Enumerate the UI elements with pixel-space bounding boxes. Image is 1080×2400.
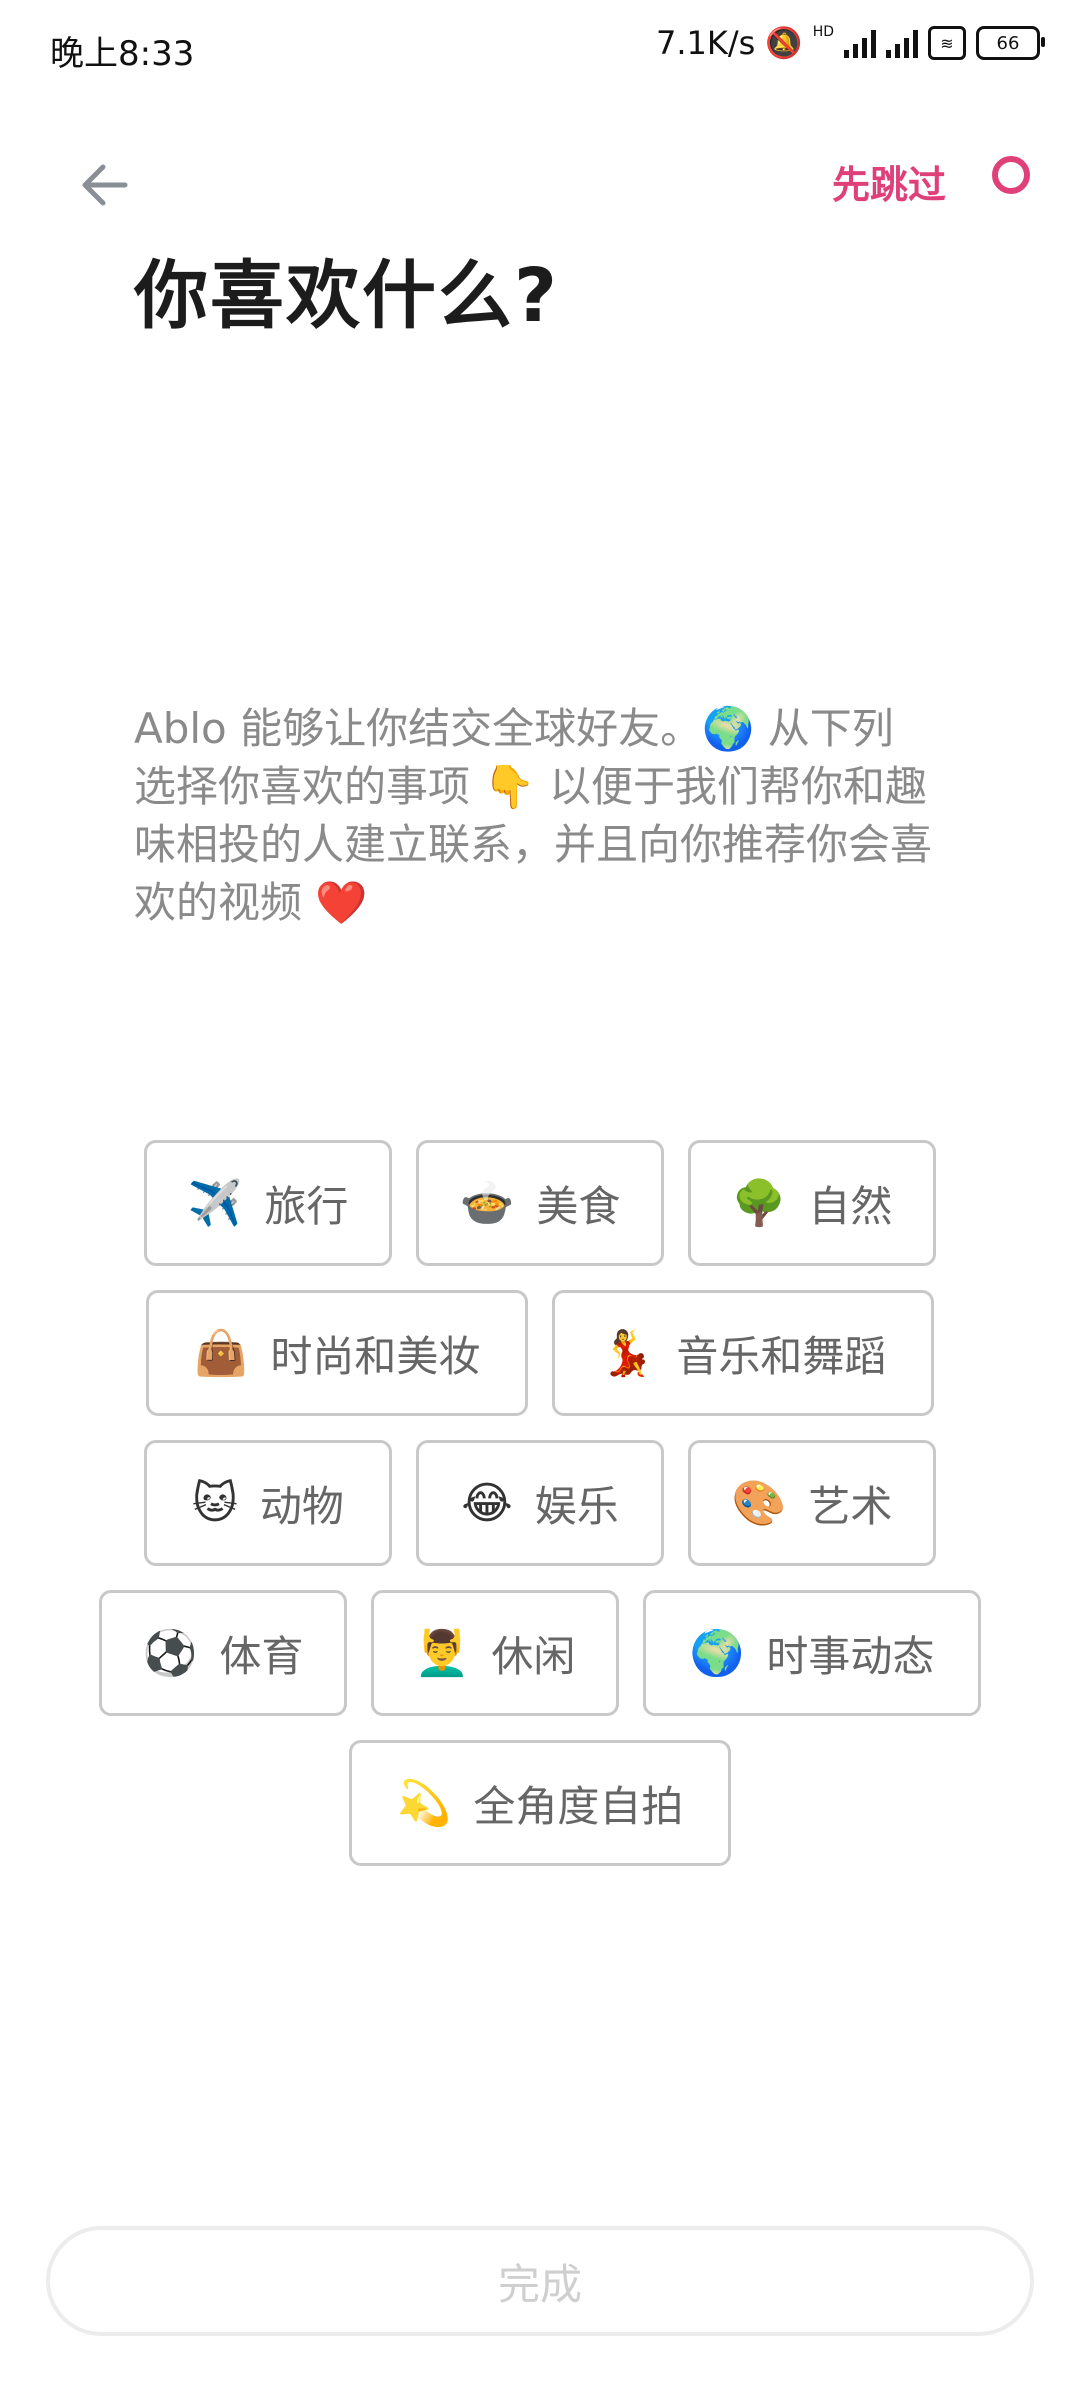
dancer-icon: 💃 [599,1328,655,1379]
done-button[interactable]: 完成 [46,2226,1034,2336]
bell-muted-icon: 🔕 [765,25,803,61]
battery-level: 66 [996,32,1020,54]
massage-icon: 💆‍♂️ [414,1628,470,1679]
chip-row: 🐱 动物 😂 娱乐 🎨 艺术 [0,1440,1080,1566]
chip-label: 体育 [219,1631,304,1681]
progress-ring-icon [992,156,1030,194]
chip-row: ✈️ 旅行 🍲 美食 🌳 自然 [0,1140,1080,1266]
interest-chip-nature[interactable]: 🌳 自然 [688,1140,936,1266]
interest-chip-current-events[interactable]: 🌍 时事动态 [643,1590,981,1716]
chip-label: 艺术 [808,1481,893,1531]
interest-chip-animals[interactable]: 🐱 动物 [144,1440,392,1566]
interest-chip-travel[interactable]: ✈️ 旅行 [144,1140,392,1266]
arrow-left-icon [82,164,128,206]
chip-row: 💫 全角度自拍 [0,1740,1080,1866]
chip-label: 旅行 [264,1181,349,1231]
tree-icon: 🌳 [731,1178,787,1229]
interest-chip-selfie[interactable]: 💫 全角度自拍 [349,1740,731,1866]
chip-label: 休闲 [491,1631,576,1681]
chip-label: 娱乐 [534,1481,619,1531]
network-speed: 7.1K/s [656,24,756,62]
interest-chip-fashion-beauty[interactable]: 👜 时尚和美妆 [146,1290,528,1416]
chip-label: 动物 [259,1481,344,1531]
back-button[interactable] [70,150,140,220]
battery-icon: 66 [976,26,1045,60]
wifi-icon: ≋ [928,26,966,60]
status-time: 晚上8:33 [50,34,195,74]
page-title: 你喜欢什么? [134,253,559,339]
interest-chip-art[interactable]: 🎨 艺术 [688,1440,936,1566]
globe-icon: 🌍 [689,1628,745,1679]
skip-button[interactable]: 先跳过 [832,154,946,209]
soccer-ball-icon: ⚽ [142,1628,198,1679]
pot-of-food-icon: 🍲 [459,1178,515,1229]
chip-label: 全角度自拍 [473,1781,684,1831]
dizzy-star-icon: 💫 [396,1778,452,1829]
handbag-icon: 👜 [193,1328,249,1379]
chip-label: 美食 [536,1181,621,1231]
interest-chip-music-dance[interactable]: 💃 音乐和舞蹈 [552,1290,934,1416]
laughing-face-icon: 😂 [461,1477,513,1529]
chip-label: 时尚和美妆 [270,1331,481,1381]
chip-label: 时事动态 [766,1631,935,1681]
description-text: Ablo 能够让你结交全球好友。🌍 从下列选择你喜欢的事项 👇 以便于我们帮你和… [134,704,933,927]
chip-row: ⚽ 体育 💆‍♂️ 休闲 🌍 时事动态 [0,1590,1080,1716]
chip-row: 👜 时尚和美妆 💃 音乐和舞蹈 [0,1290,1080,1416]
hd-badge: HD [812,24,834,40]
chip-label: 自然 [808,1181,893,1231]
chip-label: 音乐和舞蹈 [676,1331,887,1381]
status-icons: 7.1K/s 🔕 HD ≋ 66 [656,24,1045,62]
signal-icon [844,28,876,58]
palette-icon: 🎨 [731,1478,787,1529]
interest-chips: ✈️ 旅行 🍲 美食 🌳 自然 👜 时尚和美妆 💃 音乐和舞蹈 🐱 动物 😂 娱… [0,1140,1080,1890]
status-bar: 晚上8:33 7.1K/s 🔕 HD ≋ 66 [0,0,1080,96]
signal-icon-2 [886,28,918,58]
interest-chip-food[interactable]: 🍲 美食 [416,1140,664,1266]
interest-chip-sports[interactable]: ⚽ 体育 [99,1590,347,1716]
airplane-icon: ✈️ [187,1178,243,1229]
interest-chip-leisure[interactable]: 💆‍♂️ 休闲 [371,1590,619,1716]
interest-chip-entertainment[interactable]: 😂 娱乐 [416,1440,664,1566]
cat-face-icon: 🐱 [192,1477,238,1529]
